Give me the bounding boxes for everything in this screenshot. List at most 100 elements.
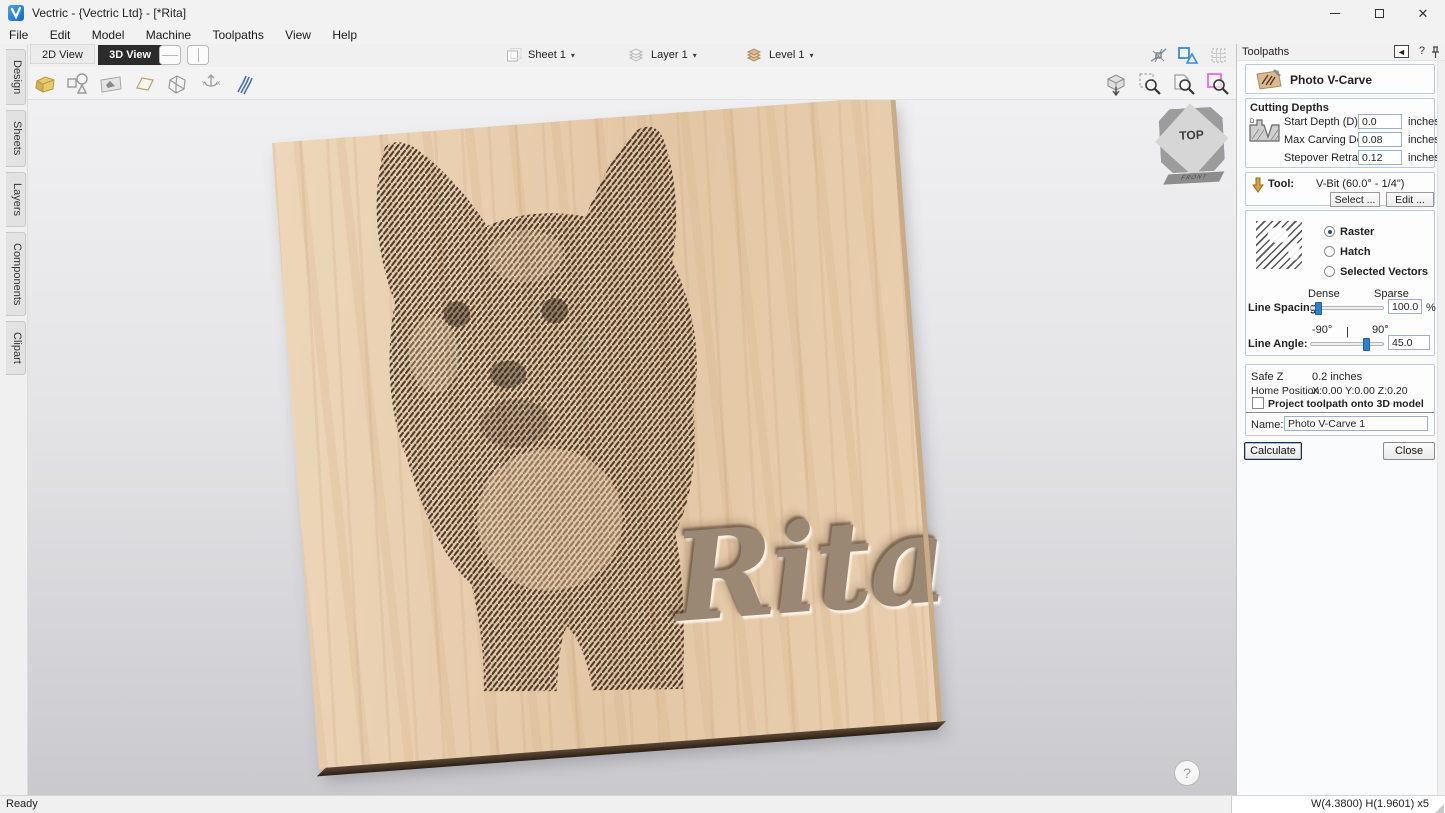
wireframe-cube-icon [165,72,189,96]
raster-radio-label: Raster [1340,226,1374,238]
snap-guides-button[interactable] [1176,45,1200,69]
view-orientation-cube[interactable]: TOP FRONT [1154,102,1232,186]
tool-select-button[interactable]: Select ... [1330,192,1380,207]
menu-toolpaths[interactable]: Toolpaths [203,26,272,44]
maximize-button[interactable] [1357,0,1401,26]
menu-file[interactable]: File [0,26,37,44]
line-angle-slider[interactable] [1310,342,1384,346]
create-sheet-button[interactable] [131,71,157,97]
sidebar-tab-clipart[interactable]: Clipart [6,321,26,375]
toolpaths-panel: Toolpaths ◄ ? Photo V-Carve Cutting Dept… [1236,44,1445,795]
start-depth-input[interactable] [1358,114,1402,129]
cutting-depths-title: Cutting Depths [1250,102,1329,114]
tab-2d-view[interactable]: 2D View [30,44,95,64]
menu-help[interactable]: Help [323,26,366,44]
raster-radio[interactable] [1324,226,1335,237]
status-message: Ready [6,798,38,810]
level-icon [746,47,764,63]
carved-dog-image [318,116,725,726]
sheet-dropdown[interactable]: Sheet 1▾ [506,46,575,64]
cutting-depths-box: Cutting Depths D Start Depth (D) inches … [1245,98,1435,168]
application-window: Vectric - {Vectric Ltd} - [*Rita] ✕ File… [0,0,1445,813]
isometric-view-button[interactable] [1103,71,1129,97]
tool-value: V-Bit (60.0° - 1/4") [1316,178,1404,190]
sidebar-tab-components[interactable]: Components [6,232,26,316]
menu-machine[interactable]: Machine [137,26,200,44]
layer-dropdown-label: Layer 1 [651,49,688,61]
menu-view[interactable]: View [276,26,320,44]
zoom-selection-button[interactable] [1205,71,1231,97]
split-vertical-icon[interactable] [187,45,209,65]
split-horizontal-icon[interactable] [159,45,181,65]
zoom-drawing-button[interactable] [1171,71,1197,97]
line-angle-label: Line Angle: [1248,338,1307,350]
left-tab-strip: Design Sheets Layers Components Clipart [0,44,28,795]
max-depth-input[interactable] [1358,132,1402,147]
home-position-value: X:0.00 Y:0.00 Z:0.20 [1312,385,1408,397]
stepover-retract-input[interactable] [1358,150,1402,165]
zoom-selection-icon [1205,71,1231,97]
tool-arrow-icon [1251,177,1265,193]
sidebar-tab-design[interactable]: Design [6,49,26,105]
panel-scrollbar[interactable] [1437,61,1445,795]
project-toolpath-checkbox[interactable] [1252,397,1264,409]
panel-help-icon[interactable]: ? [1419,45,1425,57]
line-angle-input[interactable] [1388,335,1430,350]
close-panel-button[interactable]: Close [1383,442,1435,460]
snap-grid-button[interactable] [1208,45,1230,69]
line-spacing-input[interactable] [1388,299,1422,314]
maximize-icon [1375,9,1384,18]
stepover-retract-units: inches [1408,152,1440,164]
max-depth-units: inches [1408,134,1440,146]
zoom-drawing-icon [1171,71,1197,97]
snap-geometry-button[interactable] [1148,45,1170,69]
project-toolpath-label: Project toolpath onto 3D model [1268,398,1424,410]
safe-z-label: Safe Z [1251,371,1283,383]
iso-cube-icon [1103,71,1129,97]
selected-vectors-radio-label: Selected Vectors [1340,266,1428,278]
material-block-button[interactable] [32,71,58,97]
close-icon: ✕ [1418,7,1429,20]
wireframe-model-button[interactable] [164,71,190,97]
calculate-button[interactable]: Calculate [1244,442,1302,460]
layer-dropdown[interactable]: Layer 1▾ [628,46,697,64]
panel-collapse-icon[interactable]: ◄ [1394,45,1409,58]
canvas-help-button[interactable]: ? [1174,760,1200,786]
form-title-box: Photo V-Carve [1245,64,1435,94]
level-dropdown[interactable]: Level 1▾ [746,46,814,64]
menu-model[interactable]: Model [83,26,134,44]
menu-edit[interactable]: Edit [41,26,80,44]
edit-image-button[interactable] [98,71,124,97]
status-dimensions-cell: W(4.3800) H(1.9601) x5 [1231,796,1445,813]
3d-view-canvas[interactable]: Rita TOP FRONT ? [28,100,1236,795]
strategy-box: Raster Hatch Selected Vectors Dense Spar… [1245,210,1435,356]
resize-grip[interactable] [1435,804,1444,813]
sidebar-tab-layers[interactable]: Layers [6,172,26,227]
material-board: Rita [272,100,937,769]
viewcube-front-label: FRONT [1163,171,1224,184]
tool-edit-button[interactable]: Edit ... [1386,192,1434,207]
selected-vectors-radio[interactable] [1324,266,1335,277]
material-block-icon [33,73,57,95]
photo-vcarve-icon [1254,68,1284,92]
sidebar-tab-sheets[interactable]: Sheets [6,110,26,166]
zoom-box-button[interactable] [1137,71,1163,97]
hatch-radio[interactable] [1324,246,1335,257]
minimize-button[interactable] [1313,0,1357,26]
dense-label: Dense [1308,288,1340,300]
depth-diagram-icon: D [1249,117,1281,143]
angle-center-tick: | [1346,326,1349,338]
set-datum-button[interactable]: YX [198,71,224,97]
panel-pin-icon[interactable] [1430,46,1441,59]
draw-vectors-button[interactable] [65,71,91,97]
tool-label: Tool: [1268,178,1294,190]
create-toolpath-button[interactable] [232,71,258,97]
close-button[interactable]: ✕ [1401,0,1445,26]
line-spacing-slider-handle[interactable] [1315,302,1322,315]
line-angle-slider-handle[interactable] [1363,338,1370,351]
menu-bar: File Edit Model Machine Toolpaths View H… [0,26,1445,44]
line-spacing-slider[interactable] [1310,306,1384,310]
main-toolbar: YX [28,67,1236,100]
tab-3d-view[interactable]: 3D View [98,45,162,65]
toolpath-name-input[interactable] [1284,416,1428,431]
